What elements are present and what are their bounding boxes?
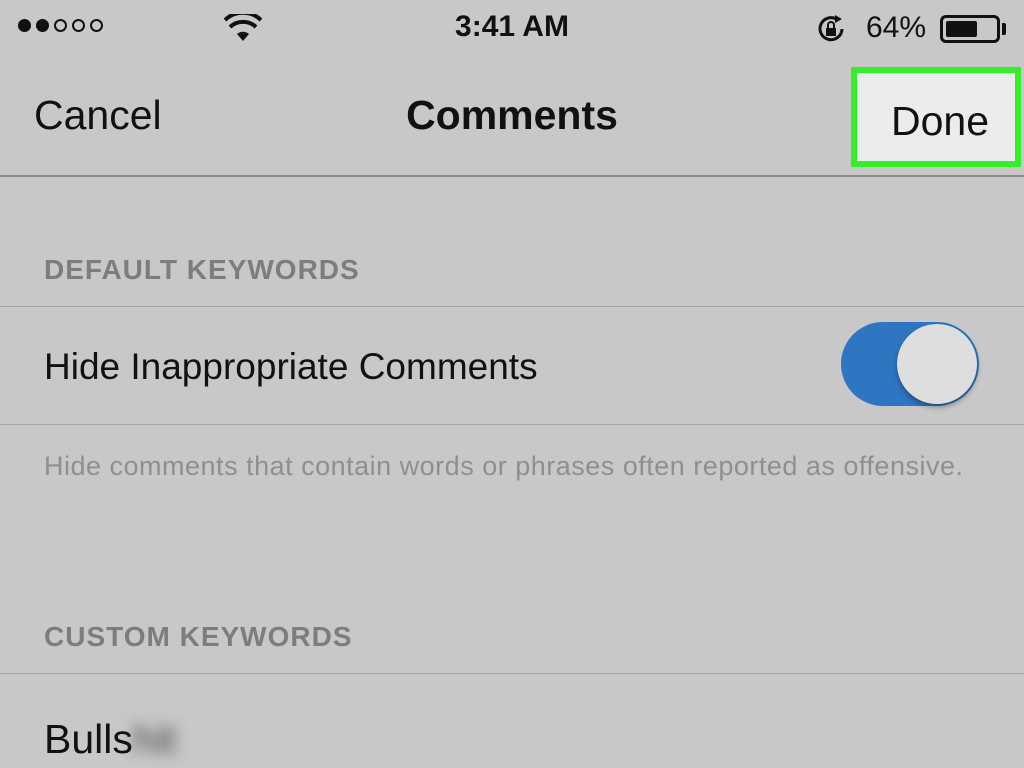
battery-nub xyxy=(1002,23,1006,35)
hide-comments-description: Hide comments that contain words or phra… xyxy=(44,451,964,481)
toggle-knob xyxy=(897,324,977,404)
default-keywords-header: DEFAULT KEYWORDS xyxy=(44,254,360,285)
status-bar: 3:41 AM 64% xyxy=(0,0,1024,56)
battery-icon xyxy=(940,15,1000,43)
custom-keywords-header: CUSTOM KEYWORDS xyxy=(44,621,353,652)
custom-keyword-row[interactable]: Bullshit xyxy=(0,674,1024,768)
custom-keyword-label: Bullshit xyxy=(44,716,176,763)
orientation-lock-icon xyxy=(818,15,844,42)
battery-percent: 64% xyxy=(866,11,927,44)
battery-level xyxy=(946,21,977,37)
divider xyxy=(0,424,1024,425)
done-button[interactable]: Done xyxy=(851,67,1021,167)
done-button-label: Done xyxy=(890,98,989,144)
hide-inappropriate-comments-row: Hide Inappropriate Comments xyxy=(0,307,1024,424)
hide-inappropriate-comments-toggle[interactable] xyxy=(841,322,979,406)
custom-keyword-blurred-text: hit xyxy=(132,716,177,762)
navigation-bar: Cancel Comments Done xyxy=(0,56,1024,177)
custom-keyword-visible-text: Bulls xyxy=(44,716,133,762)
hide-inappropriate-comments-label: Hide Inappropriate Comments xyxy=(44,346,538,387)
